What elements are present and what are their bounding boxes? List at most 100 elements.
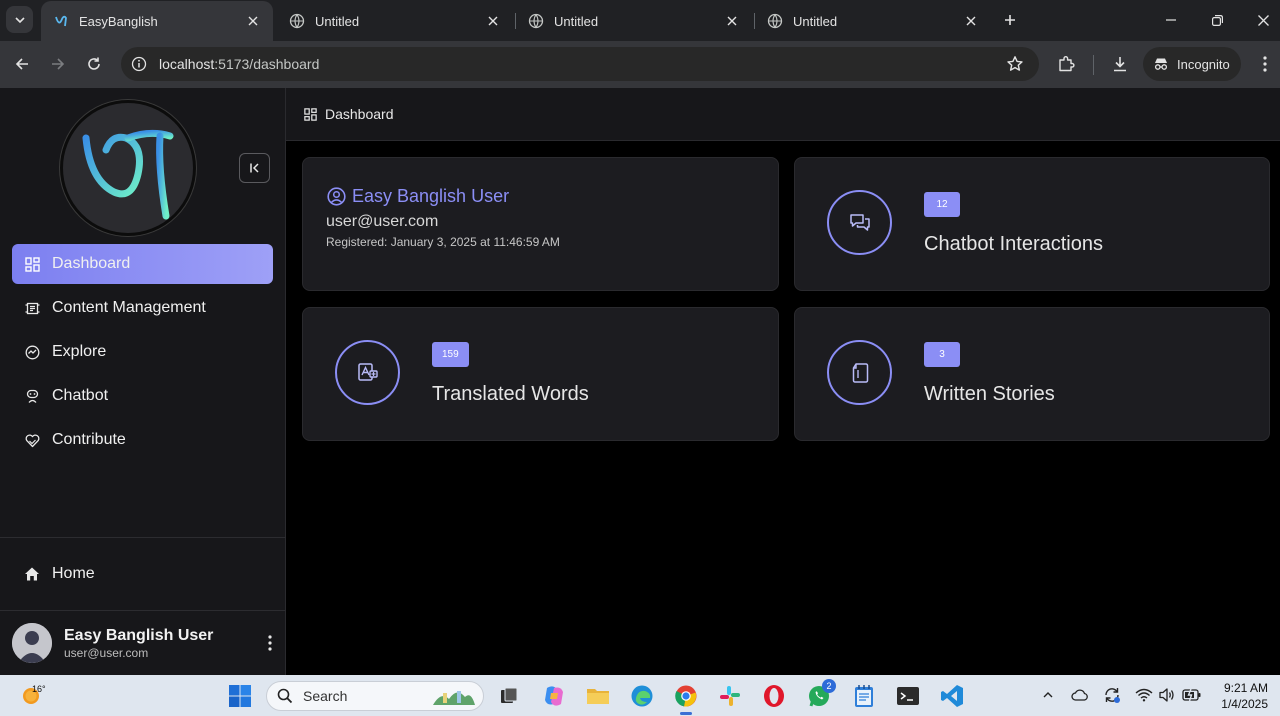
star-icon	[1007, 56, 1023, 71]
taskbar-clock[interactable]: 9:21 AM 1/4/2025	[1212, 680, 1268, 712]
stat-card-translated-words: 159 Translated Words	[302, 307, 779, 441]
easybanglish-logo-icon	[82, 129, 174, 220]
downloads-button[interactable]	[1108, 52, 1132, 76]
taskbar-app-slack[interactable]	[717, 683, 743, 709]
stat-icon-circle	[827, 340, 892, 405]
breadcrumb: Dashboard	[286, 88, 1280, 141]
document-icon	[852, 362, 868, 383]
sidebar-item-content-management[interactable]: Content Management	[12, 288, 273, 328]
translate-icon	[357, 362, 378, 381]
forward-button[interactable]	[46, 52, 70, 76]
chatbot-stat-label: Chatbot Interactions	[924, 233, 1103, 255]
browser-menu-button[interactable]	[1253, 52, 1277, 76]
sync-tray[interactable]	[1102, 685, 1122, 705]
tab-title: Untitled	[793, 13, 838, 29]
close-icon	[1257, 14, 1269, 26]
globe-icon	[528, 13, 544, 29]
close-tab-icon[interactable]	[245, 13, 261, 29]
stories-stat-label: Written Stories	[924, 383, 1055, 405]
incognito-button[interactable]: Incognito	[1143, 47, 1241, 81]
minimize-icon	[1166, 19, 1176, 21]
content-icon	[24, 300, 40, 316]
collapse-sidebar-button[interactable]	[239, 153, 270, 183]
taskbar-app-terminal[interactable]	[895, 683, 921, 709]
slack-icon	[720, 686, 740, 706]
user-silhouette-icon	[12, 623, 52, 663]
close-tab-icon[interactable]	[963, 13, 979, 29]
back-button[interactable]	[10, 52, 34, 76]
volume-tray[interactable]	[1157, 685, 1177, 705]
kebab-menu-icon	[268, 635, 272, 651]
sidebar-item-contribute[interactable]: Contribute	[12, 420, 273, 460]
easybanglish-logo[interactable]	[60, 100, 196, 236]
puzzle-icon	[1059, 56, 1075, 72]
chevron-up-icon	[1043, 692, 1053, 698]
taskbar-app-notepad[interactable]	[851, 683, 877, 709]
plus-icon	[1005, 15, 1015, 25]
new-tab-button[interactable]	[998, 8, 1022, 32]
show-hidden-icons-button[interactable]	[1038, 685, 1058, 705]
taskbar-app-chrome[interactable]	[673, 683, 699, 709]
taskbar-app-edge[interactable]	[629, 683, 655, 709]
chatbot-count-badge: 12	[924, 192, 960, 217]
search-icon	[277, 688, 293, 704]
bookmark-button[interactable]	[1003, 52, 1027, 76]
taskbar-app-file-explorer[interactable]	[585, 683, 611, 709]
arrow-right-icon	[52, 58, 65, 70]
browser-tab-easybanglish[interactable]: EasyBanglish	[41, 1, 273, 41]
sidebar-user-profile[interactable]: Easy Banglish User user@user.com	[12, 622, 278, 664]
taskbar-search-input[interactable]: Search	[266, 681, 484, 711]
sidebar-item-label: Dashboard	[52, 255, 131, 272]
profile-registered: Registered: January 3, 2025 at 11:46:59 …	[326, 235, 560, 249]
close-window-button[interactable]	[1240, 0, 1280, 40]
chatbot-icon	[24, 388, 40, 404]
restore-button[interactable]	[1194, 0, 1240, 40]
task-view-button[interactable]	[496, 683, 522, 709]
sidebar-divider	[0, 610, 286, 611]
opera-icon	[764, 685, 784, 707]
onedrive-tray[interactable]	[1070, 685, 1090, 705]
notepad-icon	[855, 685, 873, 707]
battery-tray[interactable]	[1182, 685, 1202, 705]
avatar[interactable]	[12, 623, 52, 663]
browser-tab-untitled-2[interactable]: Untitled	[516, 1, 752, 41]
taskbar-app-opera[interactable]	[761, 683, 787, 709]
download-icon	[1114, 57, 1126, 72]
sidebar-item-dashboard[interactable]: Dashboard	[12, 244, 273, 284]
sidebar-item-explore[interactable]: Explore	[12, 332, 273, 372]
sidebar-item-label: Explore	[52, 343, 107, 360]
browser-tab-untitled-1[interactable]: Untitled	[277, 1, 513, 41]
globe-icon	[767, 13, 783, 29]
extensions-button[interactable]	[1054, 52, 1078, 76]
whatsapp-notification-badge: 2	[822, 679, 836, 693]
page-title: Dashboard	[325, 106, 394, 122]
close-tab-icon[interactable]	[485, 13, 501, 29]
user-menu-button[interactable]	[262, 631, 278, 655]
close-tab-icon[interactable]	[724, 13, 740, 29]
start-button[interactable]	[227, 683, 253, 709]
stat-icon-circle	[827, 190, 892, 255]
site-info-icon[interactable]	[131, 56, 147, 72]
browser-tab-untitled-3[interactable]: Untitled	[755, 1, 991, 41]
sidebar-item-chatbot[interactable]: Chatbot	[12, 376, 273, 416]
url-text: localhost:5173/dashboard	[159, 56, 319, 72]
active-app-indicator	[680, 712, 692, 715]
sidebar-item-label: Home	[52, 565, 95, 582]
tab-search-button[interactable]	[6, 6, 33, 33]
wifi-tray[interactable]	[1134, 685, 1154, 705]
address-bar[interactable]: localhost:5173/dashboard	[121, 47, 1039, 81]
reload-button[interactable]	[82, 52, 106, 76]
incognito-label: Incognito	[1177, 56, 1230, 72]
sidebar-item-home[interactable]: Home	[12, 554, 273, 594]
terminal-icon	[897, 687, 919, 705]
sidebar-divider	[0, 537, 286, 538]
contribute-icon	[24, 432, 40, 448]
copilot-icon	[545, 686, 563, 706]
translated-count-badge: 159	[432, 342, 469, 367]
taskbar-app-copilot[interactable]	[541, 683, 567, 709]
minimize-button[interactable]	[1148, 0, 1194, 40]
sidebar-item-label: Contribute	[52, 431, 126, 448]
folder-icon	[587, 689, 609, 704]
stat-icon-circle	[335, 340, 400, 405]
taskbar-app-vscode[interactable]	[939, 683, 965, 709]
